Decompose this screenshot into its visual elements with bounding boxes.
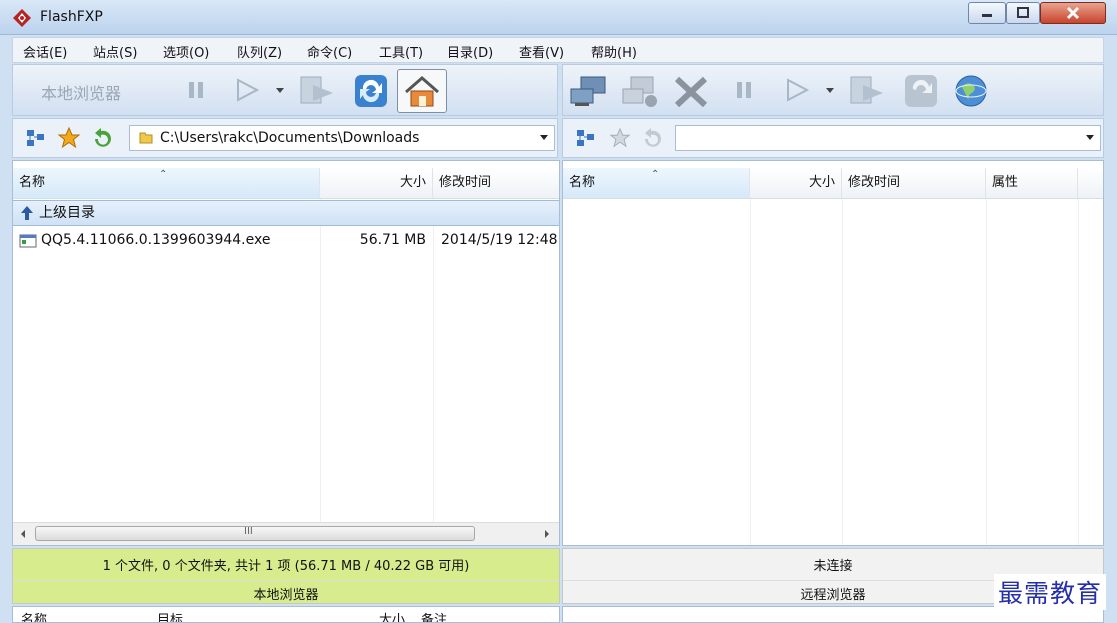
- file-size: 56.71 MB: [359, 232, 426, 248]
- globe-icon[interactable]: [953, 73, 989, 109]
- local-status-summary: 1 个文件, 0 个文件夹, 共计 1 项 (56.71 MB / 40.22 …: [102, 559, 470, 574]
- column-name[interactable]: 名称 ⌃: [13, 168, 320, 198]
- column-divider: [750, 199, 751, 545]
- sort-ascending-icon: ⌃: [651, 169, 660, 180]
- menu-bar: 会话(E) 站点(S) 选项(O) 队列(Z) 命令(C) 工具(T) 目录(D…: [12, 37, 1104, 63]
- file-modified: 2014/5/19 12:48: [441, 232, 558, 248]
- cancel-icon[interactable]: [671, 75, 711, 109]
- play-icon[interactable]: [783, 77, 811, 103]
- sort-ascending-icon: ⌃: [159, 169, 168, 180]
- local-column-header: 名称 ⌃ 大小 修改时间: [13, 168, 559, 199]
- favorites-star-icon[interactable]: [609, 127, 631, 149]
- title-bar: FlashFXP: [0, 0, 1117, 35]
- scrollbar-thumb[interactable]: III: [35, 526, 475, 541]
- menu-session[interactable]: 会话(E): [23, 42, 67, 61]
- sites-tree-icon[interactable]: [25, 128, 47, 148]
- local-path-text: C:\Users\rakc\Documents\Downloads: [160, 130, 420, 146]
- local-path-combo[interactable]: C:\Users\rakc\Documents\Downloads: [129, 125, 555, 151]
- menu-directory[interactable]: 目录(D): [447, 42, 493, 61]
- local-toolbar: 本地浏览器: [12, 64, 558, 116]
- local-file-list[interactable]: 名称 ⌃ 大小 修改时间 上级目录 QQ5.4.11066.0.13996039…: [12, 160, 560, 546]
- pause-icon[interactable]: [733, 79, 755, 101]
- maximize-button[interactable]: [1006, 2, 1040, 24]
- column-size[interactable]: 大小: [320, 168, 433, 198]
- disconnect-icon[interactable]: [619, 73, 663, 111]
- column-size[interactable]: 大小: [750, 168, 842, 198]
- remote-column-header: 名称 ⌃ 大小 修改时间 属性: [563, 168, 1103, 199]
- column-divider: [1078, 199, 1079, 545]
- parent-directory-row[interactable]: 上级目录: [13, 200, 559, 226]
- menu-tools[interactable]: 工具(T): [379, 42, 423, 61]
- queue-column-target[interactable]: 目标: [157, 609, 183, 622]
- queue-column-note[interactable]: 备注: [421, 609, 447, 622]
- scrollbar-grip: III: [244, 526, 253, 537]
- menu-queue[interactable]: 队列(Z): [237, 42, 282, 61]
- up-arrow-icon: [19, 204, 35, 230]
- favorites-star-icon[interactable]: [57, 126, 81, 150]
- remote-status-summary: 未连接: [813, 559, 853, 574]
- column-name-label: 名称: [19, 175, 46, 190]
- back-arrow-icon[interactable]: [641, 127, 663, 149]
- column-name[interactable]: 名称 ⌃: [563, 168, 750, 198]
- menu-view[interactable]: 查看(V): [519, 42, 564, 61]
- window-title: FlashFXP: [40, 9, 103, 25]
- menu-sites[interactable]: 站点(S): [93, 42, 137, 61]
- remote-path-combo[interactable]: [675, 125, 1101, 151]
- queue-column-name[interactable]: 名称: [21, 609, 47, 622]
- exe-file-icon: [19, 232, 37, 256]
- local-address-bar: C:\Users\rakc\Documents\Downloads: [12, 118, 558, 158]
- table-row[interactable]: QQ5.4.11066.0.1399603944.exe 56.71 MB 20…: [13, 228, 559, 252]
- column-modified[interactable]: 修改时间: [433, 168, 559, 198]
- chevron-down-icon[interactable]: [825, 87, 835, 95]
- sites-tree-icon[interactable]: [575, 128, 597, 148]
- horizontal-scrollbar[interactable]: III: [13, 522, 559, 545]
- column-divider: [986, 199, 987, 545]
- column-attributes[interactable]: 属性: [986, 168, 1078, 198]
- column-name-label: 名称: [569, 175, 596, 190]
- column-divider: [842, 199, 843, 545]
- local-browser-label: 本地浏览器: [41, 84, 122, 103]
- local-pane-name: 本地浏览器: [13, 580, 559, 606]
- watermark-text: 最需教育: [994, 574, 1107, 610]
- chevron-down-icon[interactable]: [540, 135, 548, 140]
- scroll-right-arrow-icon[interactable]: [543, 528, 551, 543]
- play-icon[interactable]: [233, 77, 261, 103]
- remote-file-list[interactable]: 名称 ⌃ 大小 修改时间 属性: [562, 160, 1104, 546]
- local-status-panel: 1 个文件, 0 个文件夹, 共计 1 项 (56.71 MB / 40.22 …: [12, 548, 560, 604]
- folder-icon: [138, 130, 154, 150]
- close-button[interactable]: [1040, 2, 1106, 24]
- chevron-down-icon[interactable]: [1086, 135, 1094, 140]
- column-modified[interactable]: 修改时间: [842, 168, 986, 198]
- flashfxp-logo-icon: [12, 8, 32, 28]
- transfer-icon[interactable]: [297, 73, 337, 109]
- refresh-icon[interactable]: [353, 73, 389, 109]
- queue-column-size[interactable]: 大小: [379, 609, 405, 622]
- scroll-left-arrow-icon[interactable]: [19, 528, 27, 543]
- pause-icon[interactable]: [185, 79, 207, 101]
- home-icon: [405, 76, 439, 107]
- queue-list[interactable]: 名称 目标 大小 备注: [12, 606, 560, 623]
- refresh-icon[interactable]: [903, 73, 939, 109]
- menu-commands[interactable]: 命令(C): [307, 42, 352, 61]
- transfer-icon[interactable]: [847, 73, 887, 109]
- menu-options[interactable]: 选项(O): [163, 42, 209, 61]
- home-button[interactable]: [397, 69, 447, 113]
- back-arrow-icon[interactable]: [91, 127, 113, 149]
- chevron-down-icon[interactable]: [275, 87, 285, 95]
- parent-directory-label: 上级目录: [39, 205, 95, 221]
- menu-help[interactable]: 帮助(H): [591, 42, 637, 61]
- remote-toolbar: [562, 64, 1104, 116]
- file-name: QQ5.4.11066.0.1399603944.exe: [41, 232, 271, 248]
- connect-icon[interactable]: [567, 73, 611, 111]
- remote-address-bar: [562, 118, 1104, 158]
- minimize-button[interactable]: [968, 2, 1006, 24]
